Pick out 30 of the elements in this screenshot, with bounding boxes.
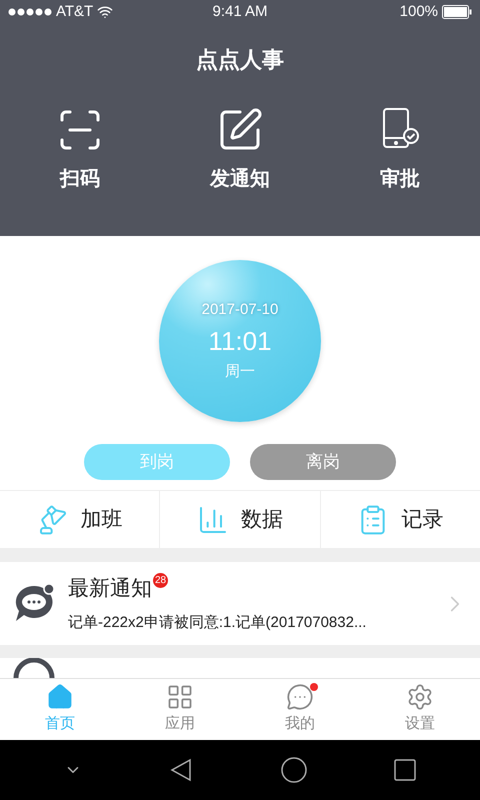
clock-date: 2017-07-10: [202, 300, 278, 320]
carrier-label: AT&T: [56, 2, 94, 22]
header-action-button[interactable]: 发通知: [180, 106, 300, 194]
recents-icon[interactable]: [394, 759, 416, 781]
battery-percent: 100%: [400, 2, 438, 22]
round-icon: [12, 658, 56, 678]
home-circle-icon[interactable]: [280, 757, 307, 783]
battery-icon: [442, 5, 472, 19]
clock-weekday: 周一: [225, 362, 255, 382]
tab-bar-item[interactable]: 应用: [120, 679, 240, 740]
grid-icon: [166, 683, 194, 712]
home-icon: [46, 683, 74, 712]
back-icon[interactable]: [169, 758, 194, 782]
unread-badge: 28: [153, 572, 168, 588]
header-action-button[interactable]: 审批: [340, 106, 460, 194]
app-title: 点点人事: [196, 46, 284, 74]
notification-text: 记单-222x2申请被同意:1.记单(2017070832...: [68, 613, 368, 633]
header-action-button[interactable]: 扫码: [20, 106, 140, 194]
shortcut-button[interactable]: 记录: [320, 491, 480, 548]
chat-icon: [286, 683, 314, 712]
shortcut-button[interactable]: 加班: [0, 491, 160, 548]
tab-bar-item[interactable]: 我的: [240, 679, 360, 740]
clock-time: 11:01: [208, 324, 272, 358]
status-time: 9:41 AM: [211, 2, 269, 22]
tab-bar-item[interactable]: 设置: [360, 679, 480, 740]
wifi-icon: [97, 4, 114, 20]
signal-icon: [8, 8, 52, 16]
settings-icon: [406, 683, 434, 712]
shortcut-button[interactable]: 数据: [160, 491, 321, 548]
notification-title: 最新通知: [68, 576, 152, 602]
